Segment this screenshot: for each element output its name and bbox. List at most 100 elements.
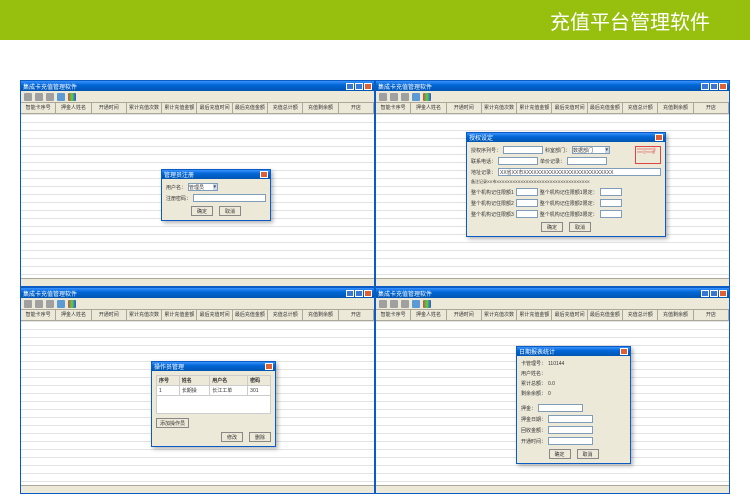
tool-icon[interactable] [46, 93, 54, 101]
tool-icon[interactable] [24, 300, 32, 308]
nav-icon[interactable] [57, 300, 65, 308]
col[interactable]: 最后充值时间 [552, 103, 587, 113]
col[interactable]: 密码 [248, 376, 271, 386]
close-button[interactable] [719, 83, 727, 90]
col[interactable]: 押金人姓名 [56, 310, 91, 320]
col[interactable]: 充值剩余额 [303, 103, 338, 113]
close-icon[interactable] [265, 363, 273, 370]
refund-input[interactable] [548, 426, 593, 434]
dialog-titlebar[interactable]: 操作员管理 [152, 362, 275, 371]
nav-icon[interactable] [412, 93, 420, 101]
edit-button[interactable]: 修改 [221, 432, 243, 442]
dialog-titlebar[interactable]: 授权设定 [467, 133, 665, 142]
addr-input[interactable]: XX省XX市XXXXXXXXXXXXXXXXXXXXXXXXXXX [498, 168, 661, 176]
col[interactable]: 累计充值金额 [162, 103, 197, 113]
tool-icon[interactable] [46, 300, 54, 308]
maximize-button[interactable] [355, 290, 363, 297]
col[interactable]: 押金人姓名 [411, 310, 446, 320]
operator-table[interactable]: 序号 姓名 用户名 密码 1 长期操 长江工单 301 [156, 375, 271, 396]
titlebar[interactable]: 集成卡充值管理软件 [376, 81, 729, 91]
deposit-input[interactable] [538, 404, 583, 412]
col[interactable]: 姓名 [179, 376, 209, 386]
col[interactable]: 充值剩余额 [303, 310, 338, 320]
tool-icon[interactable] [390, 300, 398, 308]
col[interactable]: 押金人姓名 [56, 103, 91, 113]
col[interactable]: 开店 [694, 310, 729, 320]
maximize-button[interactable] [710, 83, 718, 90]
close-button[interactable] [364, 83, 372, 90]
phone-input[interactable] [498, 157, 538, 165]
password-input[interactable] [193, 194, 266, 202]
minimize-button[interactable] [346, 290, 354, 297]
cancel-button[interactable]: 取消 [569, 222, 591, 232]
col[interactable]: 最后充值金额 [233, 310, 268, 320]
col[interactable]: 充值剩余额 [658, 310, 693, 320]
limit1-input[interactable] [516, 188, 538, 196]
add-operator-button[interactable]: 添加操作员 [156, 418, 189, 428]
col[interactable]: 累计充值次数 [127, 310, 162, 320]
minimize-button[interactable] [346, 83, 354, 90]
col[interactable]: 开店 [339, 310, 374, 320]
cancel-button[interactable]: 取消 [219, 206, 241, 216]
col[interactable]: 智能卡序号 [21, 310, 56, 320]
ok-button[interactable]: 确定 [541, 222, 563, 232]
titlebar[interactable]: 集成卡充值管理软件 [21, 81, 374, 91]
limit3-input[interactable] [516, 210, 538, 218]
color-icon[interactable] [423, 300, 431, 308]
col[interactable]: 最后充值金额 [588, 103, 623, 113]
col[interactable]: 充值总计额 [623, 310, 658, 320]
col[interactable]: 开通时间 [92, 310, 127, 320]
col[interactable]: 充值总计额 [268, 310, 303, 320]
color-icon[interactable] [68, 300, 76, 308]
ok-button[interactable]: 确定 [191, 206, 213, 216]
col[interactable]: 累计充值金额 [517, 310, 552, 320]
col[interactable]: 最后充值金额 [588, 310, 623, 320]
limit3b-input[interactable] [600, 210, 622, 218]
dept-select[interactable]: 数据部门 [572, 146, 610, 154]
close-icon[interactable] [620, 348, 628, 355]
minimize-button[interactable] [701, 83, 709, 90]
table-row[interactable]: 1 长期操 长江工单 301 [157, 386, 271, 396]
limit2b-input[interactable] [600, 199, 622, 207]
col[interactable]: 开通时间 [447, 310, 482, 320]
tool-icon[interactable] [24, 93, 32, 101]
dialog-titlebar[interactable]: 管理员注册 [162, 170, 270, 179]
col[interactable]: 充值剩余额 [658, 103, 693, 113]
color-icon[interactable] [423, 93, 431, 101]
ok-button[interactable]: 确定 [549, 449, 571, 459]
tool-icon[interactable] [401, 93, 409, 101]
col[interactable]: 充值总计额 [268, 103, 303, 113]
minimize-button[interactable] [701, 290, 709, 297]
maximize-button[interactable] [355, 83, 363, 90]
tool-icon[interactable] [390, 93, 398, 101]
col[interactable]: 累计充值金额 [162, 310, 197, 320]
col[interactable]: 最后充值时间 [197, 310, 232, 320]
data-grid[interactable]: 管理员注册 用户名： 管理员 注册密码： 确定 取消 [21, 114, 374, 278]
col[interactable]: 押金人姓名 [411, 103, 446, 113]
titlebar[interactable]: 集成卡充值管理软件 [376, 288, 729, 298]
col[interactable]: 累计充值次数 [482, 103, 517, 113]
col[interactable]: 智能卡序号 [376, 310, 411, 320]
col[interactable]: 最后充值金额 [233, 103, 268, 113]
col[interactable]: 开通时间 [92, 103, 127, 113]
col[interactable]: 用户名 [210, 376, 248, 386]
limit1b-input[interactable] [600, 188, 622, 196]
serial-input[interactable] [503, 146, 543, 154]
col[interactable]: 智能卡序号 [21, 103, 56, 113]
cancel-button[interactable]: 取消 [577, 449, 599, 459]
nav-icon[interactable] [57, 93, 65, 101]
col[interactable]: 开店 [694, 103, 729, 113]
col[interactable]: 累计充值金额 [517, 103, 552, 113]
delete-button[interactable]: 删除 [249, 432, 271, 442]
close-icon[interactable] [260, 171, 268, 178]
maximize-button[interactable] [710, 290, 718, 297]
color-icon[interactable] [68, 93, 76, 101]
tool-icon[interactable] [35, 93, 43, 101]
dialog-titlebar[interactable]: 日期报表统计 [517, 347, 630, 356]
data-grid[interactable]: 日期报表统计 卡管理号：110144 用户姓名： 累计总额：0.0 剩余余额：0… [376, 321, 729, 485]
col[interactable]: 累计充值次数 [482, 310, 517, 320]
col[interactable]: 开店 [339, 103, 374, 113]
unit-input[interactable] [567, 157, 607, 165]
col[interactable]: 序号 [157, 376, 180, 386]
titlebar[interactable]: 集成卡充值管理软件 [21, 288, 374, 298]
